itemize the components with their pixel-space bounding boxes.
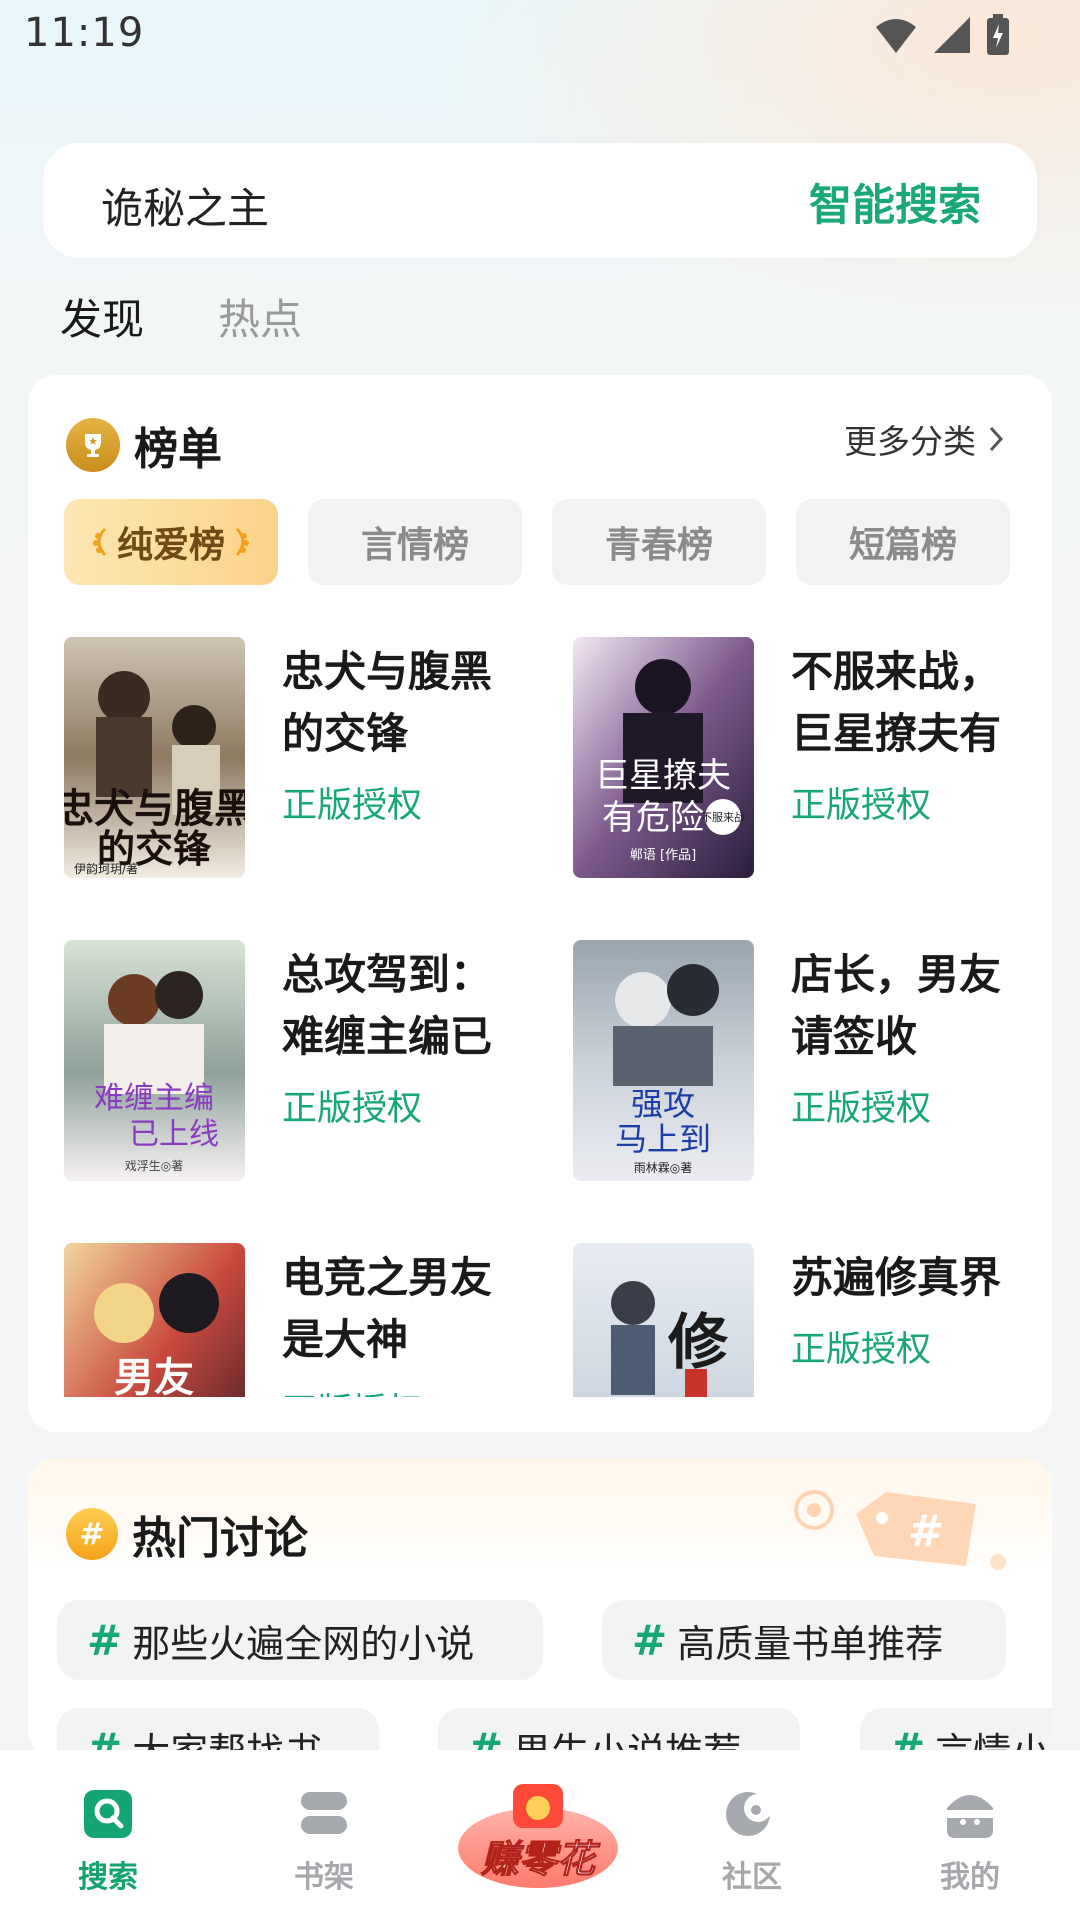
hot-discussion-card: # # 热门讨论 # 那些火遍全网的小说 # 高质量书单推荐 # 大家帮找书 #… bbox=[28, 1458, 1052, 1758]
status-icons bbox=[874, 14, 1010, 56]
ranking-header: 榜单 bbox=[66, 413, 222, 477]
cover-author: 雨林霖◎著 bbox=[634, 1161, 692, 1175]
community-icon bbox=[726, 1792, 772, 1836]
book-badge: 正版授权 bbox=[791, 786, 932, 826]
book-title: 电竞之男友是大神 bbox=[282, 1253, 493, 1364]
search-input[interactable]: 诡秘之主 bbox=[101, 175, 269, 236]
more-categories-label: 更多分类 bbox=[844, 422, 976, 461]
cover-title-6: 修 bbox=[668, 1308, 729, 1378]
search-bar[interactable]: 诡秘之主 智能搜索 bbox=[43, 143, 1037, 258]
status-bar: 11:19 bbox=[0, 0, 1080, 72]
earn-pocket-money-button[interactable]: 赚零花 bbox=[455, 1778, 621, 1890]
chip-label: 纯爱榜 bbox=[116, 525, 225, 566]
cover-title-1a: 忠犬与腹黑 bbox=[64, 785, 245, 832]
cover-title-4b: 马上到 bbox=[615, 1120, 711, 1158]
book-title: 忠犬与腹黑的交锋 bbox=[282, 647, 493, 758]
cover-author: 戏浮生◎著 bbox=[125, 1159, 183, 1173]
nav-label: 我的 bbox=[940, 1860, 1000, 1895]
more-categories-link[interactable]: 更多分类 bbox=[844, 415, 1004, 463]
nav-label: 搜索 bbox=[78, 1860, 138, 1895]
book-title: 苏遍修真界 bbox=[791, 1253, 1002, 1302]
topic-chip[interactable]: # 那些火遍全网的小说 bbox=[57, 1600, 543, 1680]
book-title: 店长，男友请签收 bbox=[791, 950, 1002, 1061]
cover-title-2b: 有危险 bbox=[602, 798, 704, 838]
chip-romance[interactable]: 言情榜 bbox=[308, 499, 522, 585]
ranking-card: 榜单 更多分类 纯爱榜 言情榜 青春榜 短篇榜 忠犬与腹黑 的交锋 伊韵珂玥/著… bbox=[28, 375, 1052, 1432]
book-grid: 忠犬与腹黑 的交锋 伊韵珂玥/著 忠犬与腹黑的交锋 正版授权 巨星撩夫 有危险 … bbox=[64, 637, 1024, 1397]
trophy-icon bbox=[66, 418, 120, 472]
nav-label: 书架 bbox=[294, 1860, 354, 1895]
earn-label: 赚零花 bbox=[480, 1837, 595, 1882]
tab-hot[interactable]: 热点 bbox=[218, 286, 302, 347]
book-item[interactable]: 男友 电竞之男友是大神 正版授权 bbox=[64, 1243, 534, 1397]
nav-bookshelf[interactable]: 书架 bbox=[264, 1788, 384, 1896]
nav-community[interactable]: 社区 bbox=[692, 1788, 812, 1896]
ranking-title: 榜单 bbox=[134, 424, 222, 475]
tab-discover[interactable]: 发现 bbox=[60, 286, 144, 347]
top-tabs: 发现 热点 bbox=[60, 286, 302, 347]
battery-icon bbox=[987, 14, 1009, 55]
book-badge: 正版授权 bbox=[282, 1383, 422, 1397]
cover-title-5: 男友 bbox=[114, 1354, 194, 1397]
nav-label: 社区 bbox=[722, 1860, 782, 1895]
book-title: 总攻驾到：难缠主编已 bbox=[282, 950, 493, 1061]
book-cover: 强攻 马上到 雨林霖◎著 bbox=[573, 940, 754, 1181]
bottom-nav: 搜索 书架 赚零花 社区 我的 bbox=[0, 1750, 1080, 1920]
book-item[interactable]: 难缠主编 已上线 戏浮生◎著 总攻驾到：难缠主编已 正版授权 bbox=[64, 940, 534, 1190]
chip-short[interactable]: 短篇榜 bbox=[796, 499, 1010, 585]
topic-label: 高质量书单推荐 bbox=[677, 1621, 944, 1666]
cover-title-2a: 巨星撩夫 bbox=[595, 756, 731, 796]
book-item[interactable]: 强攻 马上到 雨林霖◎著 店长，男友请签收 正版授权 bbox=[573, 940, 1024, 1190]
smart-search-button[interactable]: 智能搜索 bbox=[809, 171, 981, 233]
book-badge: 正版授权 bbox=[791, 1089, 932, 1129]
cover-title-3a: 难缠主编 bbox=[94, 1081, 214, 1116]
book-badge: 正版授权 bbox=[282, 786, 423, 826]
topic-hash-icon: # bbox=[632, 1615, 668, 1665]
book-cover: 巨星撩夫 有危险 不服来战 郸语 [作品] bbox=[573, 637, 754, 878]
ranking-chips: 纯爱榜 言情榜 青春榜 短篇榜 bbox=[64, 499, 1010, 585]
cover-seal: 不服来战 bbox=[701, 811, 745, 824]
hot-discussion-header: # 热门讨论 bbox=[66, 1502, 308, 1566]
nav-search[interactable]: 搜索 bbox=[48, 1788, 168, 1896]
profile-icon bbox=[947, 1795, 993, 1838]
laurel-left-icon bbox=[92, 527, 107, 556]
svg-text:#: # bbox=[908, 1506, 945, 1557]
status-time: 11:19 bbox=[24, 10, 145, 56]
book-cover: 难缠主编 已上线 戏浮生◎著 bbox=[64, 940, 245, 1181]
topic-hash-icon: # bbox=[87, 1615, 123, 1665]
book-badge: 正版授权 bbox=[791, 1330, 932, 1370]
wifi-icon bbox=[876, 19, 916, 53]
cover-author: 伊韵珂玥/著 bbox=[74, 861, 138, 876]
cover-title-3b: 已上线 bbox=[129, 1117, 219, 1152]
book-title: 不服来战，巨星撩夫有 bbox=[791, 647, 1002, 758]
chevron-right-icon bbox=[989, 426, 1004, 452]
book-cover: 忠犬与腹黑 的交锋 伊韵珂玥/著 bbox=[64, 637, 245, 878]
signal-icon bbox=[934, 17, 970, 53]
hashtag-icon: # bbox=[66, 1508, 118, 1560]
laurel-right-icon bbox=[235, 527, 249, 556]
book-cover: 修 bbox=[573, 1243, 754, 1397]
nav-profile[interactable]: 我的 bbox=[910, 1788, 1030, 1896]
book-cover: 男友 bbox=[64, 1243, 245, 1397]
chip-pure-love[interactable]: 纯爱榜 bbox=[64, 499, 278, 585]
book-badge: 正版授权 bbox=[282, 1089, 423, 1129]
bookshelf-icon bbox=[301, 1792, 347, 1834]
cover-author: 郸语 [作品] bbox=[630, 848, 696, 863]
cover-title-4a: 强攻 bbox=[631, 1085, 695, 1123]
book-item[interactable]: 忠犬与腹黑 的交锋 伊韵珂玥/著 忠犬与腹黑的交锋 正版授权 bbox=[64, 637, 534, 887]
topic-chip[interactable]: # 高质量书单推荐 bbox=[602, 1600, 1006, 1680]
hashtag-tag-decoration: # bbox=[786, 1474, 1016, 1588]
book-item[interactable]: 修 苏遍修真界 正版授权 bbox=[573, 1243, 1024, 1397]
search-icon bbox=[84, 1790, 132, 1838]
topic-label: 那些火遍全网的小说 bbox=[132, 1621, 475, 1666]
chip-youth[interactable]: 青春榜 bbox=[552, 499, 766, 585]
book-item[interactable]: 巨星撩夫 有危险 不服来战 郸语 [作品] 不服来战，巨星撩夫有 正版授权 bbox=[573, 637, 1024, 887]
hot-discussion-title: 热门讨论 bbox=[132, 1513, 308, 1564]
